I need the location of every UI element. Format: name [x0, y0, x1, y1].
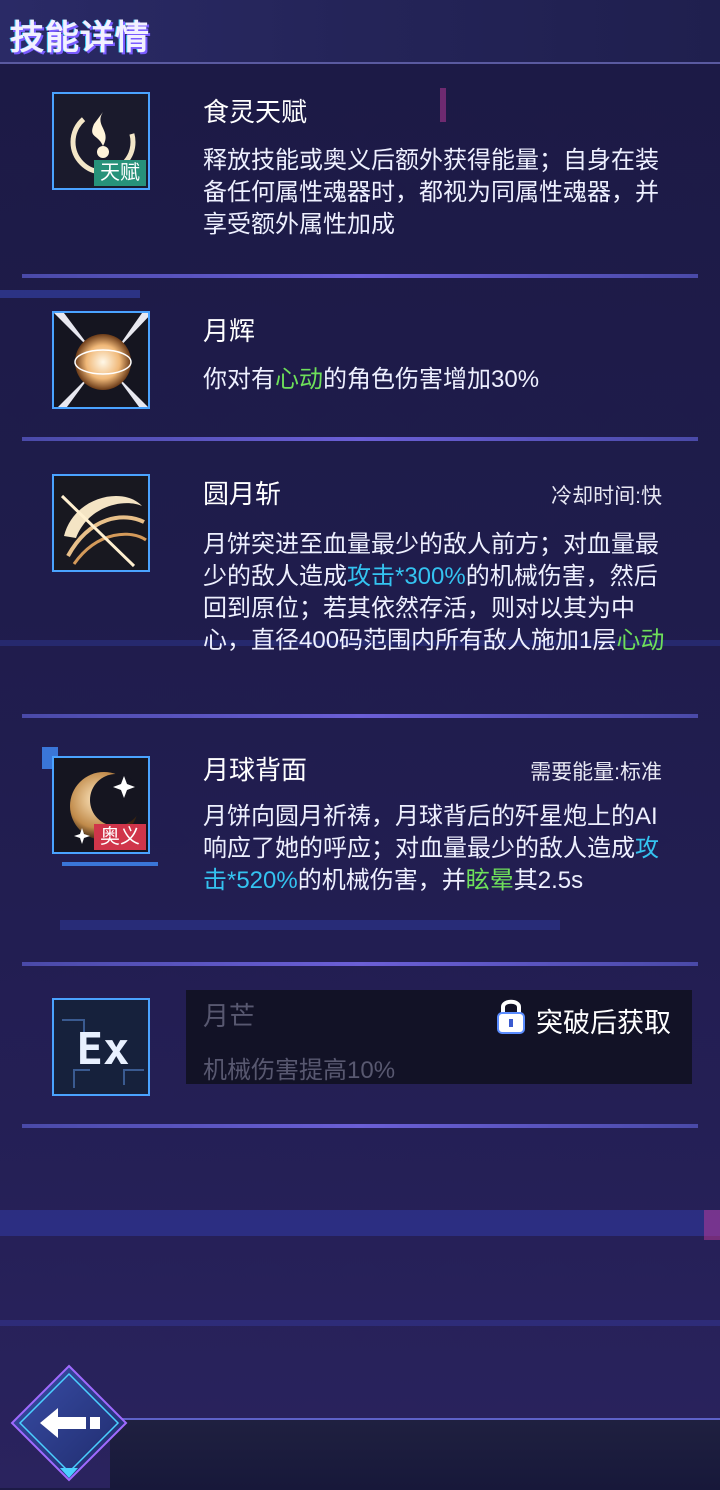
skill-icon-moon-back[interactable]: 奥义: [52, 756, 150, 854]
talent-badge: 天赋: [94, 160, 146, 186]
section-divider: [22, 274, 698, 278]
desc-text: 你对有: [203, 366, 275, 393]
glitch-decoration: [0, 1210, 720, 1236]
section-divider: [22, 1124, 698, 1128]
section-divider: [22, 437, 698, 441]
keyword-stun[interactable]: 眩晕: [466, 867, 514, 894]
header-bar: 技能详情: [0, 0, 720, 64]
section-divider: [22, 962, 698, 966]
desc-text: 的机械伤害，并: [297, 867, 466, 894]
icon-frame-decoration: [62, 862, 158, 866]
skill-description: 你对有心动的角色伤害增加30%: [203, 364, 673, 396]
skill-description: 机械伤害提高10%: [203, 1057, 396, 1084]
glitch-decoration: [704, 1210, 720, 1240]
section-divider: [22, 714, 698, 718]
skill-name: 月球背面: [203, 755, 308, 785]
glitch-decoration: [440, 88, 446, 122]
cooldown-label: 冷却时间:快: [551, 485, 662, 508]
ultimate-badge: 奥义: [94, 824, 146, 850]
page-title: 技能详情: [10, 19, 150, 57]
skill-name: 月辉: [203, 316, 256, 346]
skill-icon-ex[interactable]: Ex: [52, 998, 150, 1096]
skill-icon-talent[interactable]: 天赋: [52, 92, 150, 190]
crescent-slash-icon: [54, 476, 148, 570]
ex-icon: Ex: [54, 1000, 148, 1094]
skill-description: 月饼突进至血量最少的敌人前方；对血量最少的敌人造成攻击*300%的机械伤害，然后…: [203, 529, 673, 657]
glitch-decoration: [0, 290, 140, 298]
unlock-requirement: 突破后获取: [536, 1008, 671, 1038]
damage-multiplier: 攻击*300%: [347, 563, 466, 590]
moon-radiance-icon: [54, 313, 148, 407]
ex-icon-text: Ex: [77, 1024, 130, 1075]
back-button[interactable]: [8, 1362, 130, 1484]
desc-text: 其2.5s: [513, 867, 584, 894]
skill-icon-moon-radiance[interactable]: [52, 311, 150, 409]
energy-label: 需要能量:标准: [530, 761, 662, 784]
skill-description: 月饼向圆月祈祷，月球背后的歼星炮上的AI响应了她的呼应；对血量最少的敌人造成攻击…: [203, 801, 673, 897]
skill-name: 月芒: [203, 1001, 256, 1031]
skill-description: 释放技能或奥义后额外获得能量；自身在装备任何属性魂器时，都视为同属性魂器，并享受…: [203, 147, 659, 238]
keyword-heartbeat[interactable]: 心动: [616, 627, 664, 654]
glitch-decoration: [60, 920, 560, 930]
desc-text: 的角色伤害增加30%: [323, 366, 540, 393]
skill-name: 食灵天赋: [203, 97, 308, 127]
desc-text: 月饼向圆月祈祷，月球背后的歼星炮上的AI响应了她的呼应；对血量最少的敌人造成: [203, 803, 658, 862]
glitch-decoration: [0, 1320, 720, 1326]
bottom-bar: [110, 1418, 720, 1490]
keyword-heartbeat[interactable]: 心动: [275, 366, 323, 393]
back-arrow-icon: [10, 1364, 128, 1482]
skill-name: 圆月斩: [203, 479, 282, 509]
lock-icon: [497, 999, 525, 1034]
skill-icon-crescent-slash[interactable]: [52, 474, 150, 572]
